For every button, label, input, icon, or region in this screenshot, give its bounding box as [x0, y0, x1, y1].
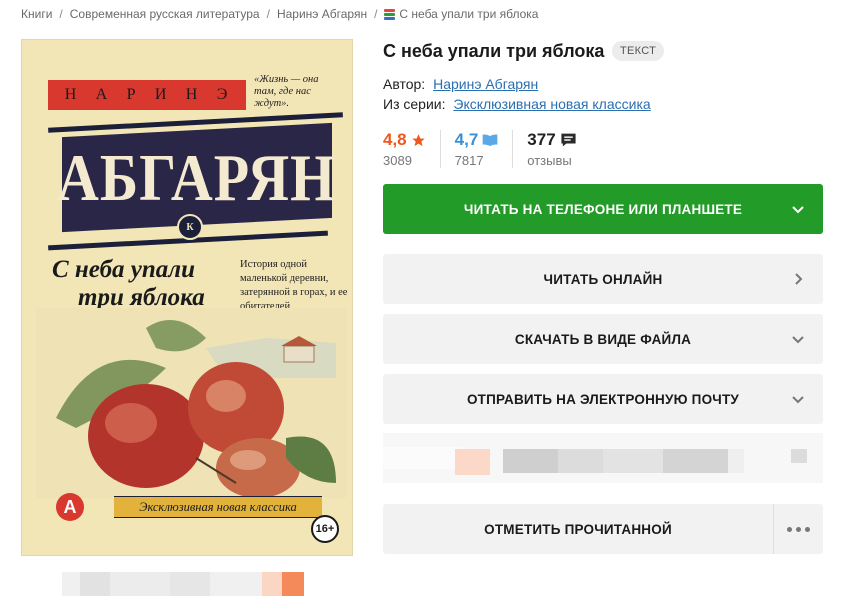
more-dots-icon: [787, 526, 792, 532]
download-file-label: СКАЧАТЬ В ВИДЕ ФАЙЛА: [514, 331, 692, 347]
livelib-rating-value: 4,7: [454, 130, 479, 149]
age-rating-badge: 16+: [311, 515, 339, 543]
send-email-label: ОТПРАВИТЬ НА ЭЛЕКТРОННУЮ ПОЧТУ: [466, 391, 740, 407]
breadcrumb-current: С неба упали три яблока: [399, 7, 539, 21]
reviews-label: отзывы: [527, 153, 572, 168]
cover-author-letter: А: [95, 86, 110, 103]
cover-title-line-1: С неба упали: [52, 256, 196, 283]
send-email-button[interactable]: ОТПРАВИТЬ НА ЭЛЕКТРОННУЮ ПОЧТУ: [383, 374, 823, 424]
more-dots-icon: [796, 526, 801, 532]
cover-author-letter: Н: [185, 86, 200, 103]
livelib-rating-count: 7817: [454, 153, 484, 168]
read-online-label: ЧИТАТЬ ОНЛАЙН: [543, 271, 663, 287]
series-label: Из серии:: [383, 96, 446, 112]
cover-author-letter: Р: [126, 86, 138, 103]
cover-author-letter: И: [154, 86, 169, 103]
breadcrumb-separator: /: [59, 7, 63, 21]
chevron-down-icon: [792, 396, 804, 404]
litres-rating-count: 3089: [383, 153, 412, 168]
reviews-count[interactable]: 377 отзывы: [512, 130, 590, 168]
cover-series-band: Эксклюзивная новая классика: [114, 496, 322, 518]
book-icon: [384, 8, 396, 20]
mark-as-read-button[interactable]: ОТМЕТИТЬ ПРОЧИТАННОЙ: [383, 504, 773, 554]
cover-series-name: Эксклюзивная новая классика: [139, 499, 297, 514]
mark-as-read-label: ОТМЕТИТЬ ПРОЧИТАННОЙ: [484, 521, 672, 537]
author-link[interactable]: Наринэ Абгарян: [433, 76, 538, 92]
book-title: С неба упали три яблока: [383, 41, 605, 61]
reviews-count-value: 377: [527, 130, 556, 149]
more-dots-icon: [805, 526, 810, 532]
litres-rating-value: 4,8: [383, 130, 407, 149]
breadcrumb-separator: /: [374, 7, 378, 21]
cover-quote: «Жизнь — она там, где нас ждут».: [254, 74, 319, 109]
breadcrumb-item-author[interactable]: Наринэ Абгарян: [277, 7, 367, 21]
series-link[interactable]: Эксклюзивная новая классика: [453, 96, 650, 112]
chevron-down-icon: [792, 206, 804, 214]
read-on-phone-label: ЧИТАТЬ НА ТЕЛЕФОНЕ ИЛИ ПЛАНШЕТЕ: [463, 201, 743, 217]
author-row: Автор: Наринэ Абгарян: [383, 76, 538, 92]
cover-author-letter: Э: [216, 86, 230, 103]
livelib-rating[interactable]: 4,7 7817: [439, 130, 513, 168]
breadcrumb-item-books[interactable]: Книги: [21, 7, 52, 21]
author-label: Автор:: [383, 76, 426, 92]
download-file-button[interactable]: СКАЧАТЬ В ВИДЕ ФАЙЛА: [383, 314, 823, 364]
cover-author-surname: АБГАРЯН: [57, 140, 337, 215]
star-icon: [411, 133, 425, 146]
comment-icon: [561, 133, 576, 147]
chevron-right-icon: [795, 273, 803, 285]
blurred-content: [62, 572, 304, 596]
blurred-content: [383, 433, 823, 483]
cover-author-band: Н А Р И Н Э: [48, 80, 246, 110]
ratings-panel: 4,8 3089 4,7 7817 377 отзывы: [383, 130, 591, 168]
open-book-icon: [482, 134, 498, 146]
cover-author-letter: Н: [64, 86, 79, 103]
format-badge: ТЕКСТ: [612, 41, 665, 61]
cover-series-emblem: К: [177, 214, 203, 240]
publisher-logo: А: [56, 493, 84, 521]
litres-rating[interactable]: 4,8 3089: [383, 130, 440, 168]
breadcrumb-separator: /: [266, 7, 270, 21]
more-options-button[interactable]: [773, 504, 823, 554]
cover-apples-illustration: [36, 308, 346, 498]
breadcrumb: Книги / Современная русская литература /…: [21, 7, 538, 21]
series-row: Из серии: Эксклюзивная новая классика: [383, 96, 651, 112]
read-online-button[interactable]: ЧИТАТЬ ОНЛАЙН: [383, 254, 823, 304]
breadcrumb-item-modern-russian-literature[interactable]: Современная русская литература: [70, 7, 260, 21]
chevron-down-icon: [792, 336, 804, 344]
book-cover[interactable]: Н А Р И Н Э «Жизнь — она там, где нас жд…: [21, 39, 353, 556]
read-on-phone-button[interactable]: ЧИТАТЬ НА ТЕЛЕФОНЕ ИЛИ ПЛАНШЕТЕ: [383, 184, 823, 234]
cover-blurb: История одной маленькой деревни, затерян…: [240, 259, 348, 312]
